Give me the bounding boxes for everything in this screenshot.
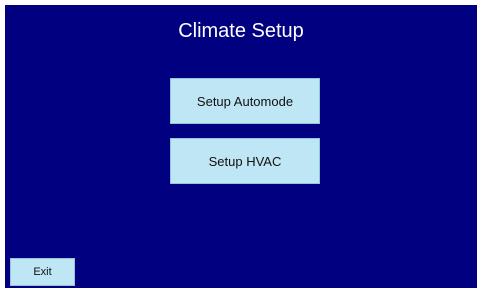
page-title: Climate Setup [178,20,304,42]
setup-hvac-button[interactable]: Setup HVAC [170,138,320,184]
setup-automode-button[interactable]: Setup Automode [170,78,320,124]
exit-button[interactable]: Exit [10,258,75,286]
climate-setup-screen: Climate Setup Setup Automode Setup HVAC … [5,5,477,288]
